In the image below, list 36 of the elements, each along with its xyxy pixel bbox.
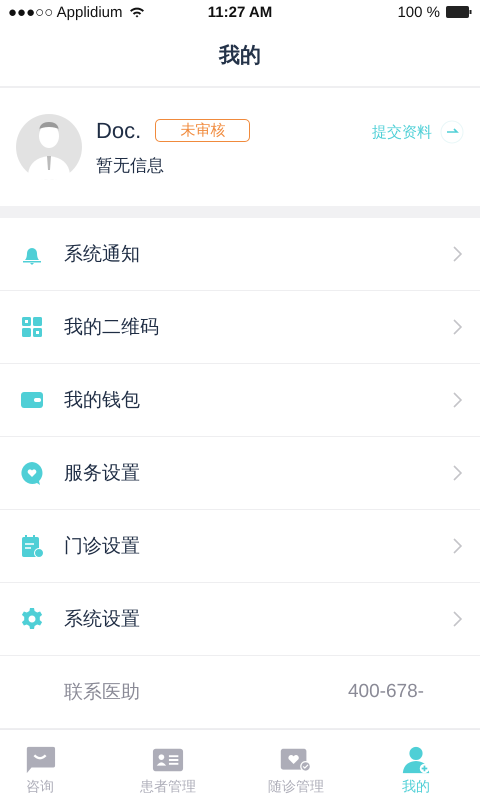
qr-code-icon [20, 315, 44, 339]
menu-label: 服务设置 [64, 461, 141, 486]
menu-label: 系统通知 [64, 242, 141, 267]
menu-item[interactable]: 系统设置 [0, 583, 480, 656]
chevron-icon [453, 246, 462, 262]
chevron-icon [453, 465, 462, 481]
menu-item[interactable]: 我的二维码 [0, 291, 480, 364]
heart-bubble-icon [20, 461, 44, 485]
carrier-label: ●●●○○ Applidium [8, 4, 123, 20]
chevron-icon [453, 611, 462, 627]
menu-label: 门诊设置 [64, 534, 141, 559]
chevron-icon [453, 319, 462, 335]
chevron-icon [453, 538, 462, 554]
menu-item[interactable]: 服务设置 [0, 437, 480, 510]
chevron-icon [453, 392, 462, 408]
status-badge: 未审核 [155, 119, 250, 142]
settings-icon [20, 607, 44, 631]
menu-item[interactable]: 门诊设置 [0, 510, 480, 583]
doctor-info: 暂无信息 [96, 154, 165, 176]
battery-icon [446, 6, 472, 18]
menu-label: 我的钱包 [64, 388, 141, 413]
menu-item[interactable]: 我的钱包 [0, 364, 480, 437]
calendar-icon [20, 534, 44, 558]
menu-label: 系统设置 [64, 607, 141, 632]
clock-time: 11:27 AM [208, 4, 272, 20]
contact-label: 联系医助 [64, 680, 141, 705]
page-title: 我的 [219, 42, 261, 69]
wifi-icon [128, 6, 145, 18]
person-add-icon [400, 745, 432, 775]
battery-percent: 100 % [397, 4, 440, 20]
doctor-name: Doc. [96, 118, 142, 144]
phone-number: 400-678- [348, 681, 424, 703]
chat-icon [24, 745, 56, 775]
avatar-icon [16, 114, 82, 180]
menu-label: 我的二维码 [64, 315, 160, 340]
menu-item[interactable]: 系统通知 [0, 218, 480, 291]
